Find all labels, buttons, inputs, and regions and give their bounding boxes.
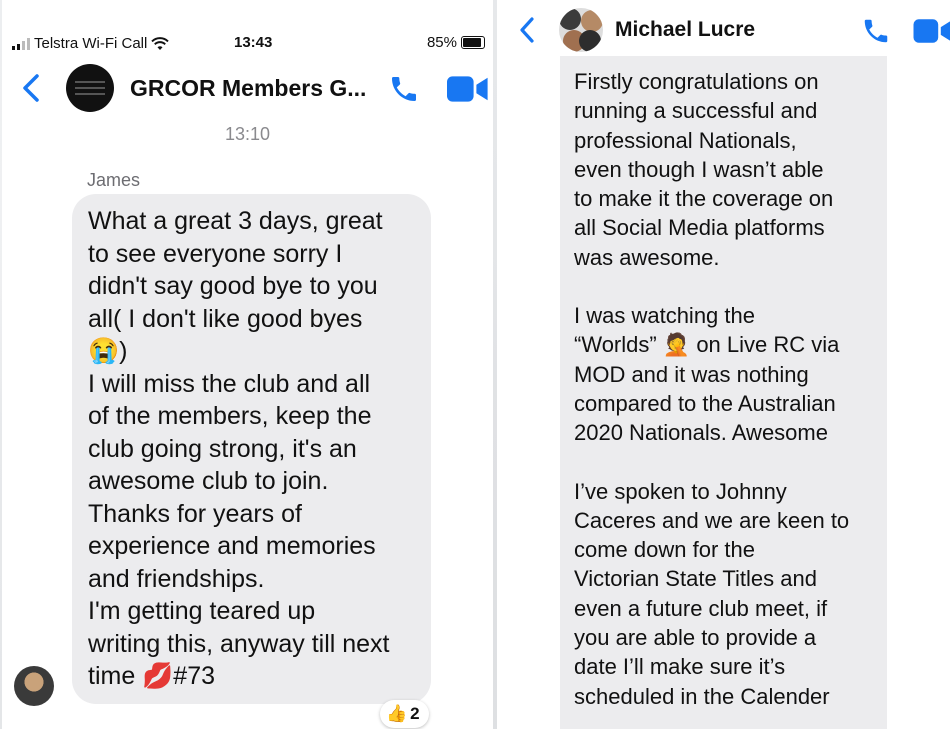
battery-icon — [461, 36, 485, 49]
phone-icon[interactable] — [388, 73, 420, 105]
carrier-group: Telstra Wi-Fi Call — [12, 35, 170, 52]
chat-title[interactable]: Michael Lucre — [615, 18, 755, 42]
back-chevron-icon[interactable] — [22, 74, 40, 102]
battery-group: 85% — [427, 34, 485, 51]
message-paragraph: Firstly congratulations on running a suc… — [574, 69, 834, 270]
reaction-badge[interactable]: 👍 2 — [380, 700, 429, 728]
wifi-icon — [151, 36, 170, 50]
right-chat-screenshot: Michael Lucre Firstly congratulations on… — [497, 0, 950, 729]
reaction-count: 2 — [410, 704, 420, 723]
left-chat-screenshot: Telstra Wi-Fi Call 13:43 85% GRCOR Membe… — [2, 0, 493, 729]
message-text: What a great 3 days, great to see everyo… — [88, 207, 390, 690]
signal-icon — [12, 37, 30, 50]
thumbs-up-icon: 👍 — [386, 704, 408, 723]
message-bubble[interactable]: What a great 3 days, great to see everyo… — [72, 194, 431, 704]
group-avatar[interactable] — [66, 64, 114, 112]
sender-name: James — [87, 170, 141, 190]
chat-header: GRCOR Members G... — [2, 63, 493, 113]
chat-title[interactable]: GRCOR Members G... — [130, 75, 366, 102]
message-paragraph: I was watching the “Worlds” 🤦 on Live RC… — [574, 303, 840, 446]
status-time: 13:43 — [234, 34, 273, 51]
battery-percentage: 85% — [426, 34, 457, 51]
message-bubble[interactable]: Firstly congratulations on running a suc… — [560, 56, 887, 729]
phone-icon[interactable] — [861, 16, 891, 46]
message-timestamp: 13:10 — [224, 124, 271, 144]
carrier-label: Telstra Wi-Fi Call — [34, 35, 148, 52]
contact-avatar[interactable] — [559, 8, 603, 52]
video-icon[interactable] — [913, 18, 950, 44]
chat-header: Michael Lucre — [497, 8, 950, 52]
back-chevron-icon[interactable] — [519, 17, 535, 43]
message-paragraph: I’ve spoken to Johnny Caceres and we are… — [574, 478, 850, 709]
video-icon[interactable] — [447, 75, 489, 103]
sender-avatar[interactable] — [14, 666, 54, 706]
status-bar: Telstra Wi-Fi Call 13:43 85% — [12, 34, 485, 54]
